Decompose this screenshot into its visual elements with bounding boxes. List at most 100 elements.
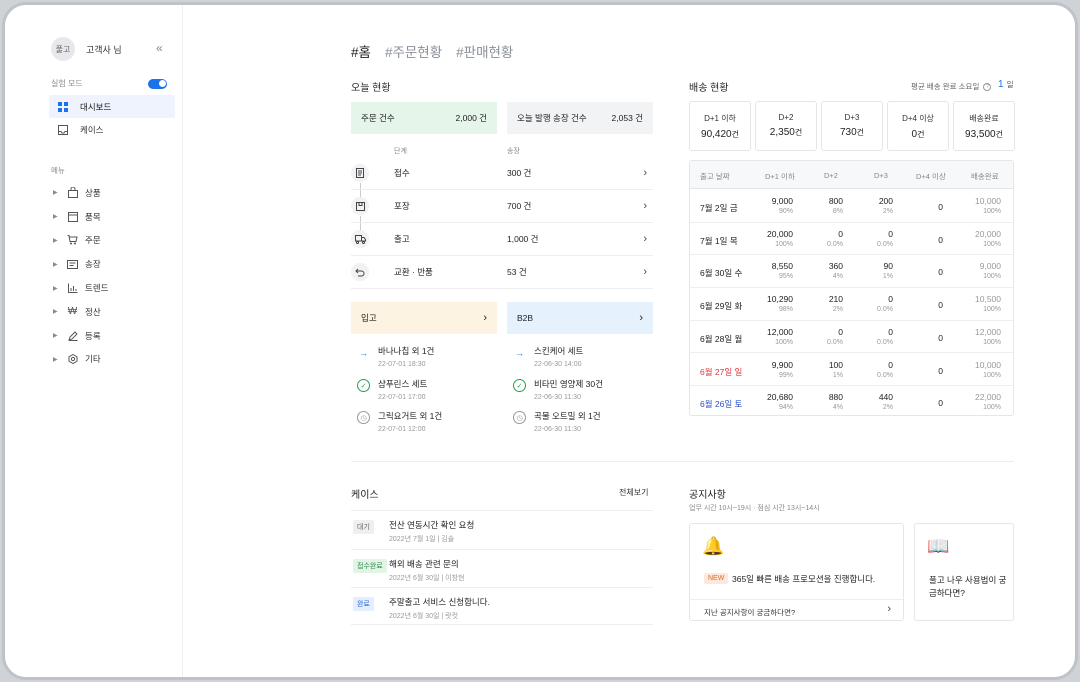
cell-done: 22,000 100% bbox=[951, 386, 1001, 411]
table-row[interactable]: 6월 28일 월 12,000 100% 0 0.0% 0 0.0% 0 12,000 100% bbox=[690, 321, 1013, 354]
sidebar-item-label: 품목 bbox=[85, 211, 101, 222]
b2b-button[interactable]: B2B › bbox=[507, 302, 653, 334]
row-date: 7월 2일 금 bbox=[700, 203, 738, 213]
profile[interactable]: 풀고 고객사 님 bbox=[51, 37, 122, 61]
cell-d3: 0 0.0% bbox=[843, 223, 893, 248]
tab-order-status[interactable]: #주문현황 bbox=[385, 41, 442, 61]
tab-sales-status[interactable]: #판매현황 bbox=[456, 41, 513, 61]
return-icon bbox=[351, 263, 369, 281]
chevron-right-icon: › bbox=[639, 312, 643, 324]
caret-right-icon: ▶ bbox=[53, 190, 58, 197]
cell-done: 10,000 100% bbox=[951, 354, 1001, 379]
cell-value: 9,900 bbox=[771, 359, 793, 370]
table-row[interactable]: 6월 29일 화 10,290 98% 210 2% 0 0.0% 0 10,500 100% bbox=[690, 288, 1013, 321]
past-notices-link[interactable]: 지난 공지사항이 궁금하다면? › bbox=[690, 599, 903, 621]
cell-percent: 0.0% bbox=[877, 306, 893, 314]
delivery-card-d3[interactable]: D+3 730건 bbox=[821, 101, 883, 151]
chevron-right-icon: › bbox=[887, 603, 891, 615]
cell-d1: 12,000 100% bbox=[743, 321, 793, 346]
collapse-sidebar-icon[interactable]: « bbox=[156, 41, 163, 55]
bell-icon: 🔔 bbox=[702, 536, 725, 556]
cell-value: 8,550 bbox=[771, 261, 793, 272]
sidebar-item-dashboard[interactable]: 대시보드 bbox=[49, 95, 175, 118]
experiment-mode-toggle[interactable] bbox=[148, 78, 167, 89]
cell-percent: 95% bbox=[778, 273, 793, 281]
tab-home[interactable]: #홈 bbox=[351, 41, 371, 61]
sidebar-item-products[interactable]: ▶ 상품 bbox=[53, 181, 173, 205]
step-row-received[interactable]: 접수 300 건 › bbox=[351, 157, 653, 190]
sidebar-item-trends[interactable]: ▶ 트렌드 bbox=[53, 276, 173, 300]
delivery-card-label: D+2 bbox=[778, 113, 794, 122]
b2b-feed-item[interactable]: ◷ 곡물 오트밀 외 1건 22-06-30 11:30 bbox=[513, 410, 663, 433]
inbound-feed-item[interactable]: ◷ 그릭요거트 외 1건 22-07-01 12:00 bbox=[357, 410, 507, 433]
order-count-label: 주문 건수 bbox=[361, 113, 395, 123]
delivery-card-unit: 건 bbox=[856, 128, 865, 137]
delivery-card-d1[interactable]: D+1 이하 90,420건 bbox=[689, 101, 751, 151]
case-title: 주말출고 서비스 신청합니다. bbox=[389, 597, 490, 607]
delivery-card-d2[interactable]: D+2 2,350건 bbox=[755, 101, 817, 151]
chart-icon bbox=[67, 283, 78, 294]
table-row[interactable]: 6월 27일 일 9,900 99% 100 1% 0 0.0% 0 10,000 100% bbox=[690, 354, 1013, 387]
cell-done: 9,000 100% bbox=[951, 255, 1001, 280]
cell-value: 0 bbox=[888, 228, 893, 239]
business-hours: 업무 시간 10시~19시 · 점심 시간 13시~14시 bbox=[689, 505, 820, 512]
clock-icon: ◷ bbox=[357, 411, 370, 424]
view-all-link[interactable]: 전체보기 bbox=[619, 487, 648, 498]
case-status-badge: 접수완료 bbox=[353, 558, 387, 573]
order-count-box[interactable]: 주문 건수 2,000 건 bbox=[351, 102, 497, 134]
table-row[interactable]: 7월 1일 목 20,000 100% 0 0.0% 0 0.0% 0 20,000 100% bbox=[690, 223, 1013, 256]
cell-percent: 2% bbox=[882, 404, 893, 412]
step-row-return[interactable]: 교환 · 반품 53 건 › bbox=[351, 256, 653, 289]
table-row[interactable]: 6월 30일 수 8,550 95% 360 4% 90 1% 0 9,000 100% bbox=[690, 255, 1013, 289]
cell-value: 0 bbox=[938, 202, 943, 212]
cell-d2: 100 1% bbox=[793, 354, 843, 379]
step-name: 출고 bbox=[394, 234, 410, 244]
sidebar-item-register[interactable]: ▶ 등록 bbox=[53, 324, 173, 348]
cell-value: 440 bbox=[878, 392, 893, 403]
table-row[interactable]: 7월 2일 금 9,000 90% 800 8% 200 2% 0 10,000 100% bbox=[690, 190, 1013, 223]
row-date: 6월 30일 수 bbox=[700, 268, 743, 279]
pen-icon bbox=[67, 330, 78, 341]
inbox-icon bbox=[57, 124, 68, 135]
delivery-card-unit: 건 bbox=[917, 130, 925, 139]
feed-title: 샴푸린스 세트 bbox=[378, 379, 428, 389]
cell-value: 880 bbox=[828, 392, 843, 403]
inbound-feed-item[interactable]: ✓ 샴푸린스 세트 22-07-01 17:00 bbox=[357, 378, 507, 401]
inbound-button[interactable]: 입고 › bbox=[351, 302, 497, 334]
notice-card[interactable]: 🔔 NEW 365일 빠른 배송 프로모션을 진행합니다. 지난 공지사항이 궁… bbox=[689, 523, 904, 621]
sidebar-item-settlement[interactable]: ▶ ₩ 정산 bbox=[53, 300, 173, 324]
arrow-right-icon: → bbox=[515, 347, 524, 358]
cell-value: 12,000 bbox=[975, 326, 1001, 337]
sidebar-item-orders[interactable]: ▶ 주문 bbox=[53, 229, 173, 253]
sidebar-item-invoices[interactable]: ▶ 송장 bbox=[53, 252, 173, 276]
cell-d2: 210 2% bbox=[793, 288, 843, 313]
cell-d4: 0 bbox=[893, 190, 943, 212]
feed-time: 22-06-30 11:30 bbox=[534, 426, 581, 433]
cell-done: 10,000 100% bbox=[951, 190, 1001, 215]
sidebar-item-items[interactable]: ▶ 품목 bbox=[53, 205, 173, 229]
col-invoice-header: 송장 bbox=[507, 148, 520, 155]
case-item[interactable]: 접수완료 해외 배송 관련 문의 2022년 6월 30일 | 이창현 bbox=[351, 548, 653, 587]
guide-card[interactable]: 📖 풀고 나우 사용법이 궁금하다면? bbox=[914, 523, 1014, 621]
help-icon[interactable]: ? bbox=[983, 82, 992, 91]
sidebar-item-etc[interactable]: ▶ 기타 bbox=[53, 348, 173, 372]
case-item[interactable]: 대기 전산 연동시간 확인 요청 2022년 7월 1일 | 김솔 bbox=[351, 510, 653, 548]
invoice-count-box[interactable]: 오늘 발행 송장 건수 2,053 건 bbox=[507, 102, 653, 134]
cell-d2: 0 0.0% bbox=[793, 321, 843, 346]
notice-title: 공지사항 bbox=[689, 490, 726, 501]
b2b-feed-item[interactable]: → 스킨케어 세트 22-06-30 14:00 bbox=[513, 345, 663, 368]
case-item[interactable]: 완료 주말출고 서비스 신청합니다. 2022년 6월 30일 | 랏컷 bbox=[351, 587, 653, 625]
delivery-card-d4[interactable]: D+4 이상 0건 bbox=[887, 101, 949, 151]
b2b-feed-item[interactable]: ✓ 비타민 영양제 30건 22-06-30 11:30 bbox=[513, 378, 663, 401]
delivery-card-done[interactable]: 배송완료 93,500건 bbox=[953, 101, 1015, 151]
inbound-feed-item[interactable]: → 바나나칩 외 1건 22-07-01 18:30 bbox=[357, 345, 507, 368]
table-row[interactable]: 6월 26일 토 20,680 94% 880 4% 440 2% 0 22,000 100% bbox=[690, 386, 1013, 419]
cell-value: 360 bbox=[828, 261, 843, 272]
cell-percent: 100% bbox=[983, 306, 1001, 314]
feed-title: 그릭요거트 외 1건 bbox=[378, 411, 443, 421]
step-row-shipped[interactable]: 출고 1,000 건 › bbox=[351, 223, 653, 256]
step-row-packing[interactable]: 포장 700 건 › bbox=[351, 190, 653, 223]
cell-percent: 100% bbox=[775, 338, 793, 346]
sidebar-item-cases[interactable]: 케이스 bbox=[49, 118, 175, 141]
delivery-card-label: 배송완료 bbox=[969, 114, 999, 123]
